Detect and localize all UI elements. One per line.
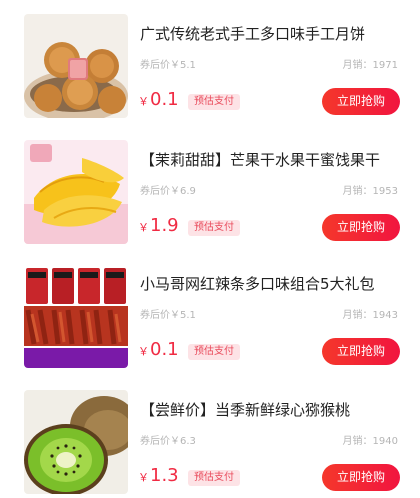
prepay-badge: 预估支付: [188, 94, 240, 110]
product-title[interactable]: 【尝鲜价】当季新鲜绿心猕猴桃: [140, 400, 402, 420]
coupon-price: 券后价￥5.1: [140, 60, 196, 71]
product-title[interactable]: 广式传统老式手工多口味手工月饼: [140, 24, 402, 44]
coupon-price: 券后价￥6.3: [140, 436, 196, 447]
monthly-sales: 月销：1943: [342, 310, 398, 321]
currency-symbol: ￥: [138, 221, 149, 234]
prepay-badge: 预估支付: [188, 220, 240, 236]
product-image-kiwi[interactable]: [24, 390, 128, 494]
final-price: ￥1.3: [138, 466, 179, 488]
prepay-badge: 预估支付: [188, 470, 240, 486]
price-value: 0.1: [150, 339, 179, 360]
product-item-dried-mango[interactable]: 【茉莉甜甜】芒果干水果干蜜饯果干 券后价￥6.9 月销：1953 ￥1.9 预估…: [0, 126, 420, 248]
product-title[interactable]: 【茉莉甜甜】芒果干水果干蜜饯果干: [140, 150, 402, 170]
final-price: ￥1.9: [138, 216, 179, 238]
product-list: 广式传统老式手工多口味手工月饼 券后价￥5.1 月销：1971 ￥0.1 预估支…: [0, 0, 420, 496]
monthly-sales: 月销：1940: [342, 436, 398, 447]
currency-symbol: ￥: [138, 95, 149, 108]
buy-now-button[interactable]: 立即抢购: [322, 464, 400, 491]
product-item-kiwi[interactable]: 【尝鲜价】当季新鲜绿心猕猴桃 券后价￥6.3 月销：1940 ￥1.3 预估支付…: [0, 376, 420, 498]
price-value: 0.1: [150, 89, 179, 110]
buy-now-button[interactable]: 立即抢购: [322, 214, 400, 241]
currency-symbol: ￥: [138, 471, 149, 484]
product-item-spicy-strips[interactable]: 小马哥网红辣条多口味组合5大礼包 券后价￥5.1 月销：1943 ￥0.1 预估…: [0, 250, 420, 372]
final-price: ￥0.1: [138, 90, 179, 112]
monthly-sales: 月销：1953: [342, 186, 398, 197]
product-image-dried-mango[interactable]: [24, 140, 128, 244]
product-image-spicy-strips[interactable]: [24, 264, 128, 368]
prepay-badge: 预估支付: [188, 344, 240, 360]
product-image-mooncake[interactable]: [24, 14, 128, 118]
price-value: 1.9: [150, 215, 179, 236]
product-item-mooncake[interactable]: 广式传统老式手工多口味手工月饼 券后价￥5.1 月销：1971 ￥0.1 预估支…: [0, 0, 420, 122]
currency-symbol: ￥: [138, 345, 149, 358]
buy-now-button[interactable]: 立即抢购: [322, 88, 400, 115]
buy-now-button[interactable]: 立即抢购: [322, 338, 400, 365]
coupon-price: 券后价￥6.9: [140, 186, 196, 197]
product-title[interactable]: 小马哥网红辣条多口味组合5大礼包: [140, 274, 402, 294]
final-price: ￥0.1: [138, 340, 179, 362]
coupon-price: 券后价￥5.1: [140, 310, 196, 321]
monthly-sales: 月销：1971: [342, 60, 398, 71]
price-value: 1.3: [150, 465, 179, 486]
